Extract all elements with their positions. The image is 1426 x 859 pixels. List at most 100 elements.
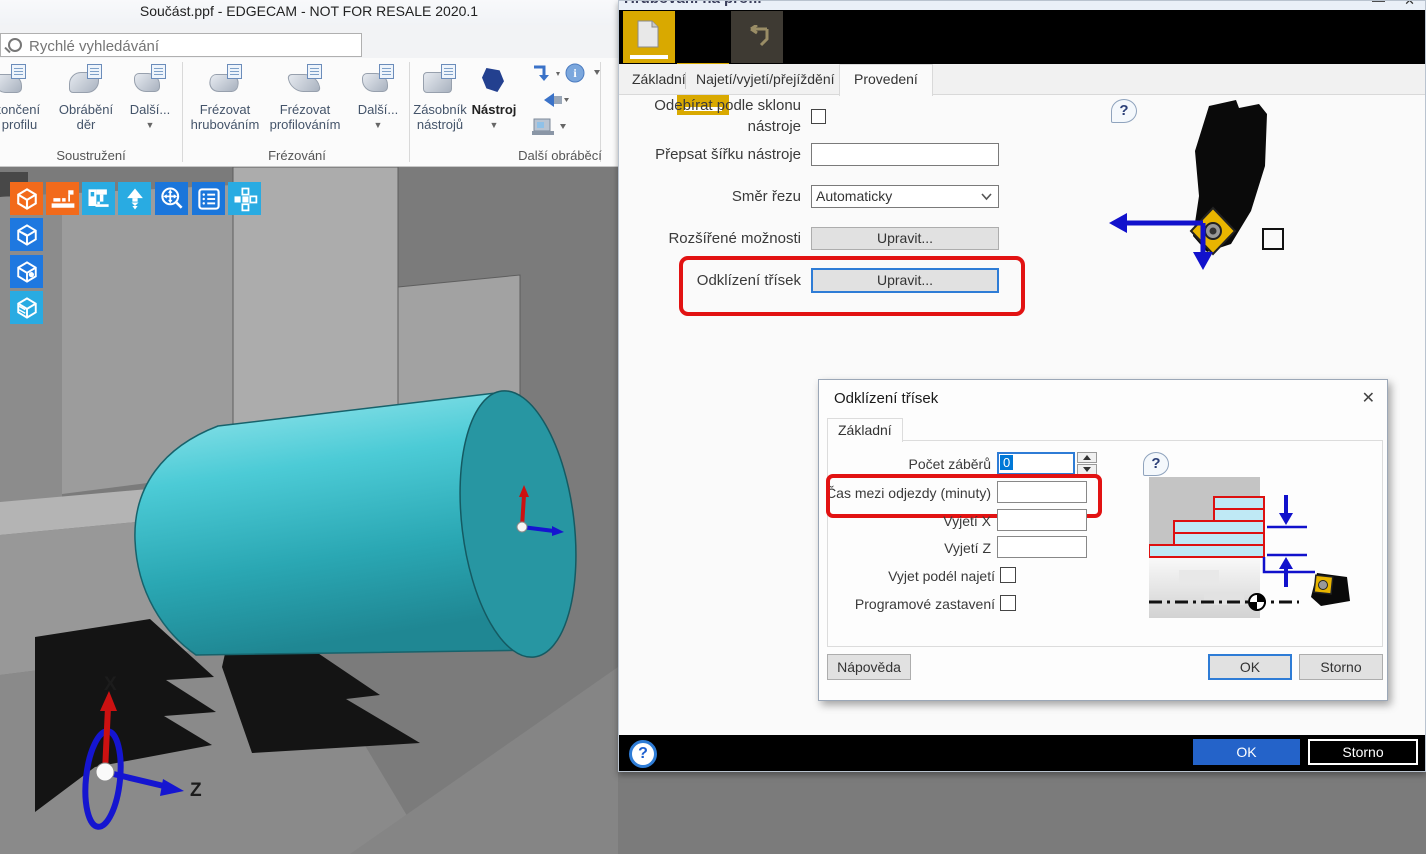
ribbon-button-dalsi-2[interactable]: Další... ▼ — [350, 62, 406, 146]
tool-preview-image — [1101, 96, 1311, 281]
pocet-spinner[interactable] — [1077, 452, 1097, 475]
document-icon[interactable] — [623, 11, 675, 63]
search-box[interactable] — [0, 33, 362, 57]
view-cube-hole-icon[interactable] — [10, 255, 43, 288]
turning-finish-icon — [0, 64, 28, 98]
view-cube-section-icon[interactable] — [10, 291, 43, 324]
napoveda-button[interactable]: Nápověda — [827, 654, 911, 680]
hole-machining-icon — [68, 64, 104, 98]
rozsirene-upravit-button[interactable]: Upravit... — [811, 227, 999, 250]
spin-down-icon[interactable] — [1077, 464, 1097, 475]
ribbon-button-dokonceni[interactable]: Dokončení dle profilu — [0, 62, 48, 146]
layout-grid-icon[interactable] — [228, 182, 261, 215]
rozsirene-label: Rozšířené možnosti — [621, 230, 801, 247]
spin-up-icon[interactable] — [1077, 452, 1097, 463]
feature-list-icon[interactable] — [192, 182, 225, 215]
subdialog-odklizeni: Odklízení třísek ✕ Základní Počet záběrů… — [818, 379, 1388, 701]
ribbon-separator — [600, 62, 601, 162]
tab-zakladni[interactable]: Základní — [623, 71, 695, 87]
subdialog-storno-button[interactable]: Storno — [1299, 654, 1383, 680]
tab-provedeni[interactable]: Provedení — [839, 64, 933, 96]
dialog-storno-button[interactable]: Storno — [1308, 739, 1418, 765]
ribbon-button-obrabeni-der[interactable]: Obrábění děr — [50, 62, 122, 146]
subdialog-illustration — [1149, 475, 1381, 627]
ribbon-group-soustruzeni: Soustružení — [0, 148, 182, 163]
odebirat-label: Odebírat podle sklonu nástroje — [621, 95, 801, 137]
program-checkbox[interactable] — [1000, 595, 1016, 611]
ribbon-button-frezovat-prof[interactable]: Frézovat profilováním — [266, 62, 344, 146]
ribbon-button-label: Nástroj — [466, 102, 522, 117]
title-bar: Součást.ppf - EDGECAM - NOT FOR RESALE 2… — [0, 0, 618, 25]
subdialog-title: Odklízení třísek — [834, 390, 938, 407]
ribbon-button-nastroj[interactable]: Nástroj ▼ — [466, 62, 522, 146]
smer-label: Směr řezu — [621, 188, 801, 205]
pocet-label: Počet záběrů — [819, 456, 991, 472]
vyjet-podel-label: Vyjet podél najetí — [819, 568, 995, 584]
search-input[interactable] — [27, 35, 351, 57]
odklizeni-upravit-button[interactable]: Upravit... — [811, 268, 999, 293]
lathe-setup-icon[interactable] — [46, 182, 79, 215]
info-icon[interactable]: i — [564, 62, 604, 84]
move-left-icon[interactable] — [530, 90, 570, 110]
odklizeni-label: Odklízení třísek — [621, 272, 801, 289]
tool-magazine-icon — [422, 64, 458, 98]
mill-profiling-icon — [288, 64, 324, 98]
close-button[interactable]: ✕ — [1404, 1, 1415, 9]
more-turning-icon — [132, 64, 168, 98]
dropdown-arrow-icon: ▼ — [122, 120, 178, 130]
machine-icon[interactable] — [82, 182, 115, 215]
program-label: Programové zastavení — [819, 596, 995, 612]
ribbon-button-frezovat-hrub[interactable]: Frézovat hrubováním — [186, 62, 264, 146]
mill-roughing-icon — [208, 64, 244, 98]
view-iso-cube-icon[interactable] — [10, 218, 43, 251]
close-icon[interactable]: ✕ — [1362, 388, 1375, 408]
pocet-value: 0 — [1000, 455, 1013, 470]
smer-select-value: Automaticky — [816, 188, 892, 204]
ribbon-button-label: Dokončení dle profilu — [0, 102, 48, 132]
ribbon-group-frezovani: Frézování — [186, 148, 408, 163]
help-circle-icon[interactable]: ? — [629, 740, 657, 768]
dialog-bottom-bar: ? OK Storno — [619, 735, 1425, 771]
pocet-spinbox[interactable]: 0 — [997, 452, 1075, 475]
spindle-tool-icon[interactable] — [118, 182, 151, 215]
dropdown-arrow-icon: ▼ — [466, 120, 522, 130]
zoom-pan-icon[interactable] — [155, 182, 188, 215]
vyjeti-x-input[interactable] — [997, 509, 1087, 531]
ribbon-button-zasobnik[interactable]: Zásobník nástrojů — [412, 62, 468, 146]
prepsat-input[interactable] — [811, 143, 999, 166]
dialog-title-bar[interactable]: Hrubování na profil — ✕ — [619, 1, 1425, 10]
tab-separator — [685, 72, 686, 89]
quick-access-bar — [0, 25, 618, 58]
tab-najeti[interactable]: Najetí/vyjetí/přejíždění — [687, 71, 844, 87]
search-icon — [8, 38, 22, 52]
simulate-machine-icon[interactable] — [530, 116, 570, 138]
ribbon-button-label: Další... — [350, 102, 406, 117]
smer-select[interactable]: Automaticky — [811, 185, 999, 208]
axis-z-label: Z — [190, 780, 202, 801]
vyjet-podel-checkbox[interactable] — [1000, 567, 1016, 583]
window-title: Součást.ppf - EDGECAM - NOT FOR RESALE 2… — [0, 3, 618, 19]
chevron-down-icon — [981, 193, 992, 201]
return-arrow-icon[interactable] — [731, 11, 783, 63]
prepsat-label: Přepsat šířku nástroje — [621, 146, 801, 163]
subdialog-help-bubble-icon[interactable]: ? — [1143, 452, 1169, 476]
axis-x-label: X — [104, 674, 117, 695]
ribbon-button-label: Zásobník nástrojů — [408, 102, 472, 132]
app-root: { "window": { "title": "Součást.ppf - ED… — [0, 0, 1426, 854]
stock-cube-icon[interactable] — [10, 182, 43, 215]
cas-label: Čas mezi odjezdy (minuty) — [819, 485, 991, 501]
cas-input[interactable] — [997, 481, 1087, 503]
odebirat-checkbox[interactable] — [811, 109, 826, 124]
ribbon-button-dalsi-1[interactable]: Další... ▼ — [122, 62, 178, 146]
toolpath-down-icon[interactable] — [530, 64, 564, 84]
more-milling-icon — [360, 64, 396, 98]
dialog-toolbar — [619, 10, 1425, 64]
vyjeti-z-input[interactable] — [997, 536, 1087, 558]
dialog-ok-button[interactable]: OK — [1193, 739, 1300, 765]
ribbon-separator — [182, 62, 183, 162]
minimize-button[interactable]: — — [1372, 1, 1385, 8]
ribbon-button-label: Frézovat hrubováním — [186, 102, 264, 132]
vyjeti-z-label: Vyjetí Z — [819, 540, 991, 556]
subdialog-tab-zakladni[interactable]: Základní — [827, 418, 903, 442]
subdialog-ok-button[interactable]: OK — [1208, 654, 1292, 680]
